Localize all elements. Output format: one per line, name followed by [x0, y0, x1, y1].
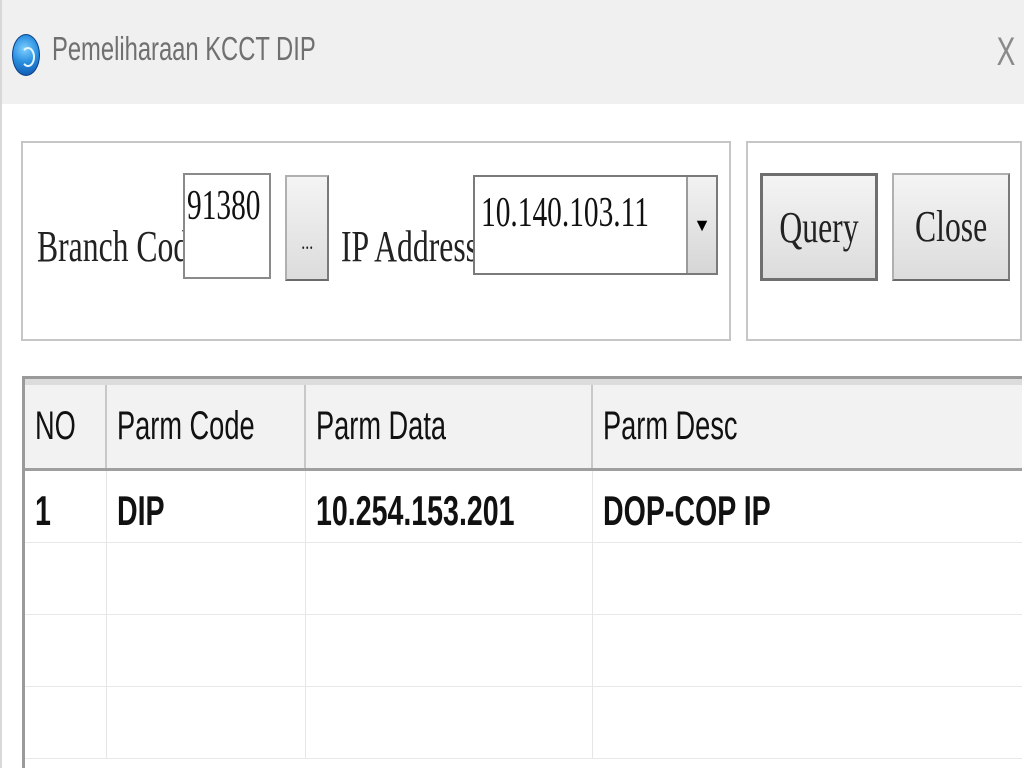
app-window: Pemeliharaan KCCT DIP X Branch Code 9138… [0, 0, 1024, 768]
column-header-parm-desc[interactable]: Parm Desc [593, 385, 1022, 468]
table-row[interactable]: 1 DIP 10.254.153.201 DOP-COP IP [25, 471, 1022, 543]
browse-branch-button[interactable]: ... [285, 175, 329, 281]
cell-parm-code: DIP [107, 471, 307, 542]
action-group: Query Close [746, 141, 1022, 341]
ip-address-select[interactable]: 10.140.103.11 ▼ [473, 175, 718, 275]
column-header-parm-data[interactable]: Parm Data [306, 385, 594, 468]
query-button[interactable]: Query [760, 173, 878, 281]
cell-parm-code [107, 615, 307, 686]
cell-no: 1 [25, 471, 107, 542]
cell-parm-desc: DOP-COP IP [603, 487, 772, 534]
cell-no [25, 687, 107, 758]
column-header-no[interactable]: NO [25, 385, 107, 468]
query-button-label: Query [779, 203, 859, 252]
table-row[interactable] [25, 543, 1022, 615]
grid-header: NO Parm Code Parm Data Parm Desc [25, 379, 1022, 471]
cell-parm-code [107, 543, 307, 614]
branch-code-field[interactable]: 91380 [183, 173, 271, 279]
cell-parm-data [306, 687, 594, 758]
browse-branch-label: ... [301, 229, 313, 254]
ip-address-value: 10.140.103.11 [481, 190, 649, 236]
branch-code-value: 91380 [187, 183, 261, 229]
parameter-grid[interactable]: NO Parm Code Parm Data Parm Desc 1 DIP 1… [22, 376, 1022, 768]
cell-no [25, 543, 107, 614]
column-header-parm-code[interactable]: Parm Code [107, 385, 307, 468]
title-bar: Pemeliharaan KCCT DIP X [2, 0, 1024, 104]
app-globe-icon [12, 34, 40, 76]
chevron-down-icon[interactable]: ▼ [686, 177, 716, 273]
cell-parm-data [306, 615, 594, 686]
close-button[interactable]: Close [892, 173, 1010, 281]
cell-parm-desc [593, 543, 1022, 614]
cell-parm-desc [593, 615, 1022, 686]
cell-no [25, 615, 107, 686]
window-title: Pemeliharaan KCCT DIP [52, 30, 316, 67]
cell-parm-code [107, 687, 307, 758]
cell-parm-data [306, 543, 594, 614]
cell-parm-desc [593, 687, 1022, 758]
ip-address-label: IP Address [341, 222, 478, 271]
close-button-label: Close [914, 202, 988, 251]
cell-parm-data: 10.254.153.201 [306, 471, 594, 542]
filter-group: Branch Code 91380 ... IP Address 10.140.… [21, 141, 731, 341]
table-row[interactable] [25, 687, 1022, 759]
table-row[interactable] [25, 615, 1022, 687]
close-icon[interactable]: X [996, 30, 1016, 74]
branch-code-label: Branch Code [37, 222, 204, 271]
